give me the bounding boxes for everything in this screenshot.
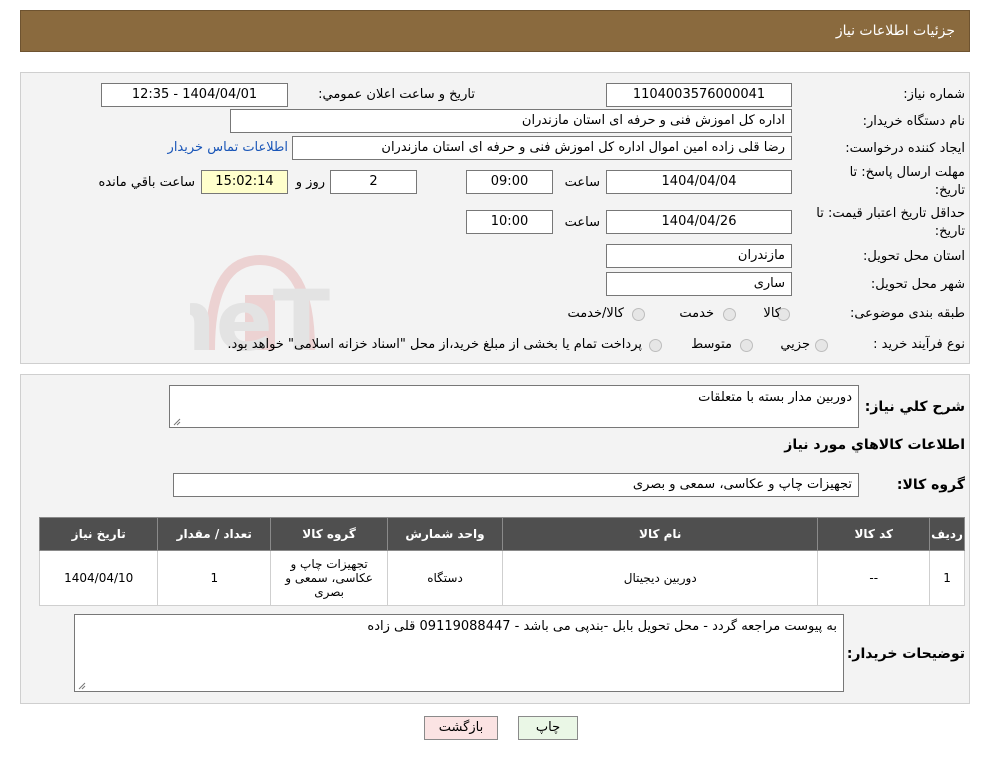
goods-info-title: اطلاعات كالاهاي مورد نياز — [784, 437, 965, 453]
goods-group-field: تجهیزات چاپ و عکاسی، سمعی و بصری — [173, 473, 859, 497]
back-button[interactable]: بازگشت — [424, 716, 498, 740]
category-radio-service[interactable] — [723, 308, 736, 321]
validity-time-field: 10:00 — [466, 210, 553, 234]
deadline-date-field: 1404/04/04 — [606, 170, 792, 194]
category-radio-goods-service[interactable] — [632, 308, 645, 321]
print-button[interactable]: چاپ — [518, 716, 578, 740]
cell-group: تجهیزات چاپ و عکاسی، سمعی و بصری — [270, 550, 389, 606]
cell-unit: دستگاه — [387, 550, 503, 606]
page-header: جزئیات اطلاعات نیاز — [20, 10, 970, 52]
resize-grip-icon[interactable] — [173, 418, 181, 426]
validity-date-field: 1404/04/26 — [606, 210, 792, 234]
city-field: ساری — [606, 272, 792, 296]
remaining-label: ساعت باقي مانده — [98, 175, 195, 190]
process-option-medium: متوسط — [691, 337, 732, 352]
need-number-field: 1104003576000041 — [606, 83, 792, 107]
validity-label: حداقل تاریخ اعتبار قیمت: تا — [816, 206, 965, 221]
buyer-org-field: اداره کل اموزش فنی و حرفه ای استان مازند… — [230, 109, 792, 133]
creator-label: ایجاد کننده درخواست: — [845, 141, 965, 156]
category-label: طبقه بندی موضوعی: — [849, 306, 965, 321]
process-radio-minor[interactable] — [815, 339, 828, 352]
need-description-label: شرح كلي نياز: — [864, 399, 965, 415]
deadline-time-field: 09:00 — [466, 170, 553, 194]
col-qty: تعداد / مقدار — [157, 517, 272, 551]
creator-field: رضا قلی زاده امین اموال اداره کل اموزش ف… — [292, 136, 792, 160]
category-option-goods-service: کالا/خدمت — [567, 306, 624, 321]
table-row: 1 -- دوربین دیجیتال دستگاه تجهیزات چاپ و… — [38, 550, 965, 606]
watermark-text: AriaTender.neT — [190, 272, 330, 370]
cell-date: 1404/04/10 — [38, 550, 159, 606]
process-label: نوع فرآیند خرید : — [873, 337, 965, 352]
buyer-notes-field: به پیوست مراجعه گردد - محل تحویل بابل -ب… — [74, 614, 844, 692]
process-radio-treasury[interactable] — [649, 339, 662, 352]
announce-label: تاریخ و ساعت اعلان عمومي: — [318, 87, 475, 102]
col-unit: واحد شمارش — [387, 517, 503, 551]
cell-name: دوربین دیجیتال — [501, 550, 819, 606]
col-row: رديف — [929, 517, 965, 551]
buyer-contact-link[interactable]: اطلاعات تماس خریدار — [168, 140, 288, 155]
deadline-label: مهلت ارسال پاسخ: تا — [849, 165, 965, 180]
process-option-minor: جزيي — [780, 337, 810, 352]
cell-code: -- — [817, 550, 931, 606]
cell-row: 1 — [929, 550, 965, 606]
buyer-org-label: نام دستگاه خریدار: — [862, 114, 965, 129]
deadline-time-label: ساعت — [564, 175, 600, 190]
buyer-notes-label: توضیحات خریدار: — [846, 646, 965, 662]
page-title: جزئیات اطلاعات نیاز — [835, 23, 955, 39]
remaining-time-field: 15:02:14 — [201, 170, 288, 194]
resize-grip-icon[interactable] — [78, 682, 86, 690]
province-label: استان محل تحویل: — [863, 249, 965, 264]
category-option-goods: کالا — [763, 306, 781, 321]
col-code: کد کالا — [817, 517, 931, 551]
validity-label-date: تاریخ: — [934, 224, 965, 239]
col-group: گروه کالا — [270, 517, 389, 551]
goods-table: رديف کد کالا نام کالا واحد شمارش گروه کا… — [38, 517, 965, 606]
city-label: شهر محل تحویل: — [870, 277, 965, 292]
days-label: روز و — [295, 175, 325, 190]
process-radio-medium[interactable] — [740, 339, 753, 352]
deadline-label-date: تاریخ: — [934, 183, 965, 198]
need-number-label: شماره نیاز: — [903, 87, 965, 102]
cell-qty: 1 — [157, 550, 272, 606]
validity-time-label: ساعت — [564, 215, 600, 230]
announce-field: 1404/04/01 - 12:35 — [101, 83, 288, 107]
process-note: پرداخت تمام یا بخشی از مبلغ خرید،از محل … — [227, 337, 642, 352]
buyer-notes-text: به پیوست مراجعه گردد - محل تحویل بابل -ب… — [367, 619, 837, 634]
days-field: 2 — [330, 170, 417, 194]
col-name: نام کالا — [501, 517, 819, 551]
category-option-service: خدمت — [679, 306, 714, 321]
table-header-row: رديف کد کالا نام کالا واحد شمارش گروه کا… — [38, 517, 965, 551]
need-description-text: دوربین مدار بسته با متعلقات — [698, 390, 852, 405]
goods-group-label: گروه کالا: — [896, 477, 965, 493]
need-description-field: دوربین مدار بسته با متعلقات — [169, 385, 859, 428]
province-field: مازندران — [606, 244, 792, 268]
col-date: تاریخ نیاز — [38, 517, 159, 551]
